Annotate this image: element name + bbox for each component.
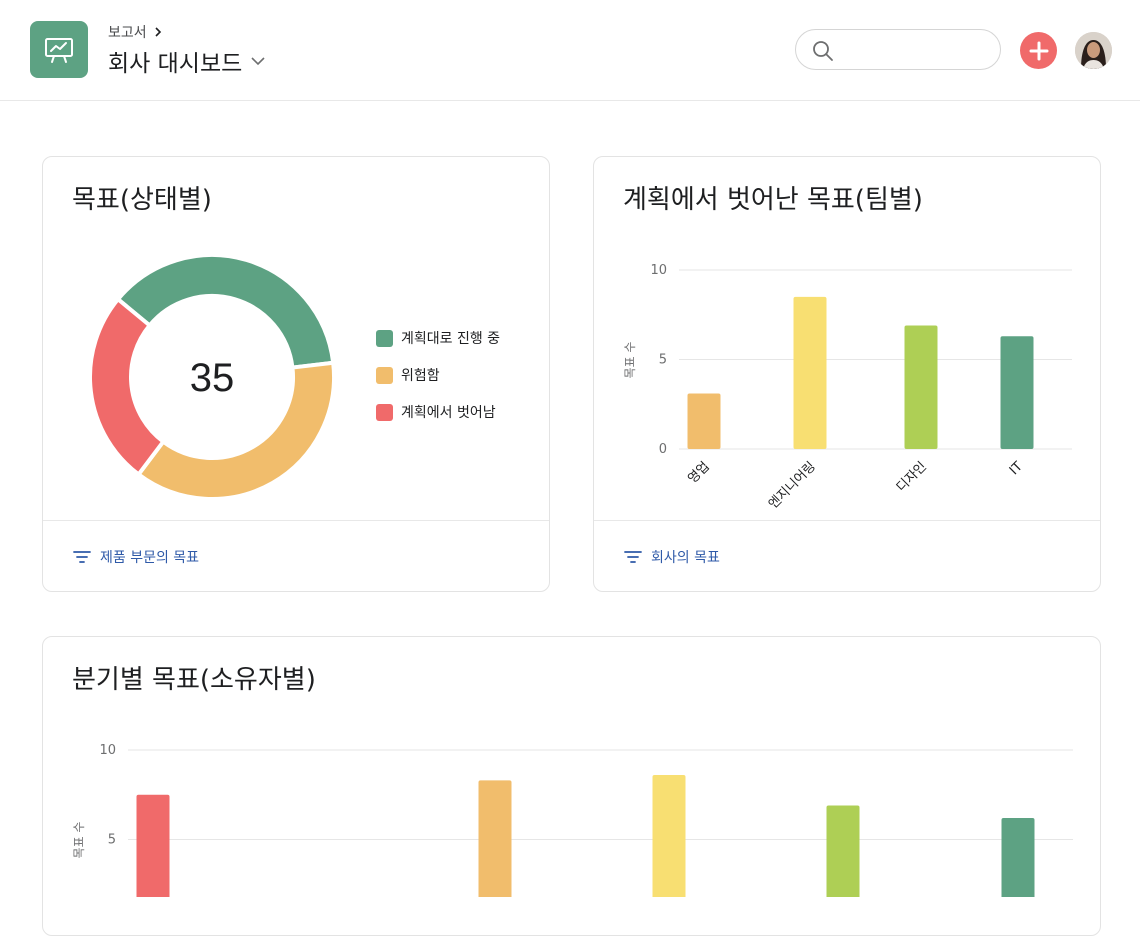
page-title[interactable]: 회사 대시보드 bbox=[108, 44, 266, 78]
bar[interactable] bbox=[904, 325, 938, 449]
bar[interactable] bbox=[826, 805, 860, 897]
y-tick-label: 5 bbox=[108, 833, 116, 848]
team-bar-chart: 0 5 10 목표 수영업 엔지니어링 디자인 IT bbox=[623, 263, 1072, 512]
page-title-text: 회사 대시보드 bbox=[108, 51, 243, 77]
off-track-by-team-card: 계획에서 벗어난 목표(팀별) 0 5 10 목표 수 영업 엔지니어링 디자인 IT 회사의… bbox=[593, 156, 1101, 592]
y-tick-label: 10 bbox=[650, 263, 667, 278]
x-tick-label: 디자인 bbox=[894, 459, 930, 495]
bar[interactable] bbox=[793, 296, 827, 449]
search-icon bbox=[813, 41, 833, 61]
legend-item: 계획에서 벗어남 bbox=[376, 403, 500, 421]
donut-slice[interactable] bbox=[88, 296, 167, 478]
legend-swatch bbox=[376, 366, 393, 384]
legend-item: 계획대로 진행 중 bbox=[376, 329, 500, 347]
y-tick-label: 5 bbox=[659, 353, 667, 368]
filter-icon bbox=[73, 551, 91, 563]
x-tick-label: 엔지니어링 bbox=[766, 459, 819, 512]
legend-label: 위험함 bbox=[401, 368, 440, 384]
search-input[interactable] bbox=[842, 38, 991, 64]
donut-total: 35 bbox=[190, 356, 235, 400]
owner-bar-chart: 5 10 목표 수 bbox=[72, 743, 1073, 897]
bar[interactable] bbox=[1001, 818, 1035, 897]
bar[interactable] bbox=[136, 794, 170, 897]
add-button[interactable] bbox=[1020, 32, 1057, 69]
legend-label: 계획대로 진행 중 bbox=[401, 331, 501, 347]
y-axis-title: 목표 수 bbox=[72, 822, 86, 859]
y-tick-label: 10 bbox=[99, 743, 116, 758]
y-axis-title: 목표 수 bbox=[623, 342, 637, 379]
legend-swatch bbox=[376, 329, 393, 347]
legend-label: 계획에서 벗어남 bbox=[401, 405, 496, 421]
x-tick-label: 영업 bbox=[685, 459, 713, 487]
bar[interactable] bbox=[1000, 336, 1034, 449]
card-footer: 회사의 목표 bbox=[594, 520, 1100, 591]
filter-icon bbox=[624, 551, 642, 563]
goals-by-status-card: 목표(상태별) 35 계획대로 진행 중 위험함 계획에서 벗어남 제품 부문의… bbox=[42, 156, 550, 592]
chevron-right-icon bbox=[155, 27, 161, 37]
donut-slice[interactable] bbox=[135, 360, 336, 501]
presentation-chart-icon bbox=[30, 21, 88, 78]
breadcrumb-reports[interactable]: 보고서 bbox=[108, 22, 147, 42]
y-tick-label: 0 bbox=[659, 442, 667, 457]
filter-link-label: 제품 부문의 목표 bbox=[100, 550, 200, 566]
legend-item: 위험함 bbox=[376, 366, 500, 384]
chevron-down-icon[interactable] bbox=[250, 55, 266, 67]
search-box[interactable] bbox=[795, 29, 1001, 70]
avatar[interactable] bbox=[1075, 32, 1112, 69]
breadcrumb[interactable]: 보고서 bbox=[108, 22, 163, 42]
card-footer: 제품 부문의 목표 bbox=[43, 520, 549, 591]
bar[interactable] bbox=[652, 775, 686, 897]
legend-swatch bbox=[376, 403, 393, 421]
top-bar: 보고서 회사 대시보드 bbox=[0, 0, 1140, 101]
bar[interactable] bbox=[687, 393, 721, 449]
donut-slice[interactable] bbox=[115, 253, 336, 370]
plus-icon bbox=[1029, 41, 1048, 60]
quarterly-goals-card: 분기별 목표(소유자별) 5 10 목표 수 bbox=[42, 636, 1101, 936]
filter-link[interactable]: 회사의 목표 bbox=[624, 547, 720, 567]
filter-link[interactable]: 제품 부문의 목표 bbox=[73, 547, 199, 567]
x-tick-label: IT bbox=[1007, 459, 1026, 478]
filter-link-label: 회사의 목표 bbox=[651, 550, 720, 566]
chart-legend: 계획대로 진행 중 위험함 계획에서 벗어남 bbox=[376, 329, 500, 440]
